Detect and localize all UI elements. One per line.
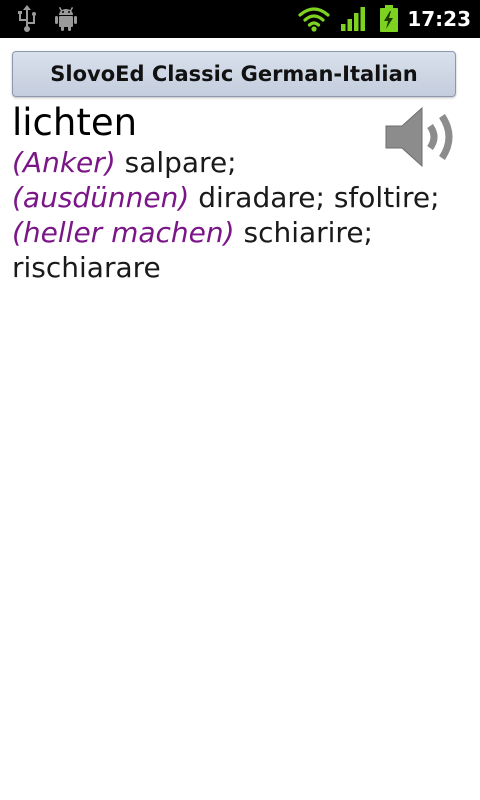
wifi-icon	[298, 7, 330, 32]
status-time: 17:23	[407, 7, 471, 31]
sense-label[interactable]: (ausdünnen)	[12, 181, 189, 214]
signal-icon	[341, 7, 365, 31]
app-title-bar: SlovoEd Classic German-Italian	[12, 51, 456, 97]
android-debug-icon	[55, 6, 77, 31]
sense-translation: diradare; sfoltire;	[189, 181, 440, 214]
battery-charging-icon	[380, 5, 398, 32]
app-title: SlovoEd Classic German-Italian	[50, 62, 418, 86]
status-bar: 17:23	[0, 0, 480, 38]
sense-item: (Anker) salpare;	[12, 146, 237, 179]
sense-item: (ausdünnen) diradare; sfoltire;	[12, 181, 440, 214]
sense-translation: salpare;	[115, 146, 237, 179]
usb-icon	[18, 5, 36, 32]
sense-list: (Anker) salpare; (ausdünnen) diradare; s…	[12, 145, 462, 285]
sense-label[interactable]: (Anker)	[12, 146, 116, 179]
dictionary-entry: lichten (Anker) salpare; (ausdünnen) dir…	[12, 101, 462, 285]
sense-item: (heller machen) schiarire; rischiarare	[12, 216, 373, 284]
sense-label[interactable]: (heller machen)	[12, 216, 235, 249]
headword: lichten	[12, 101, 138, 144]
